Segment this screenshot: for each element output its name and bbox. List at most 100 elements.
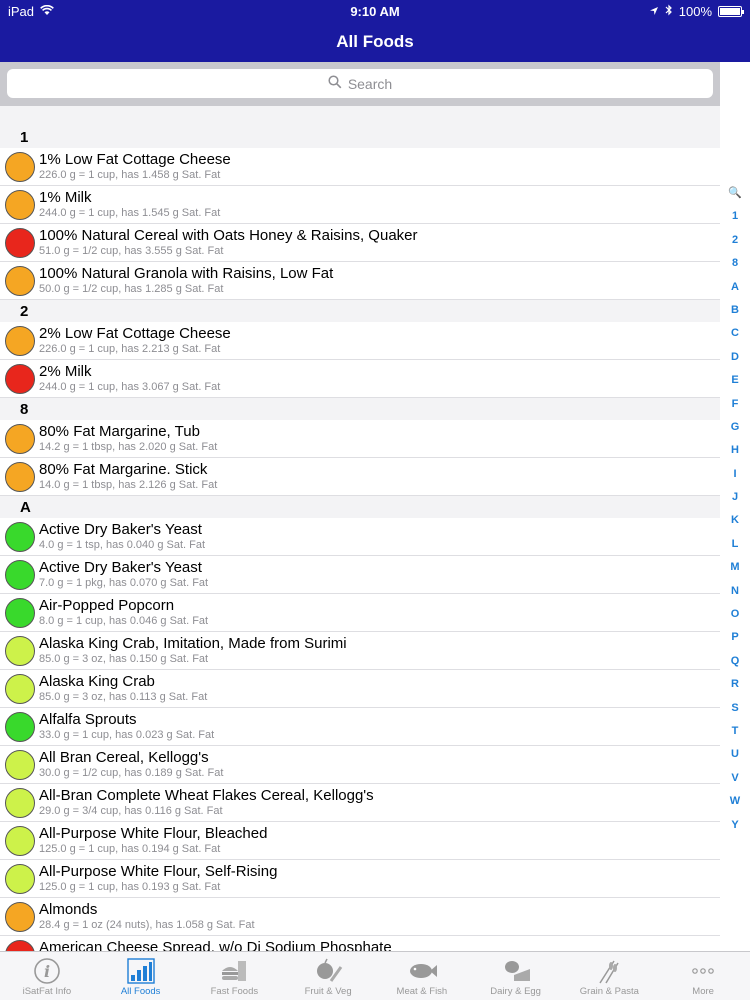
food-row[interactable]: Alaska King Crab, Imitation, Made from S… xyxy=(0,632,720,670)
tab-fruit-veg[interactable]: Fruit & Veg xyxy=(281,952,375,1000)
index-letter[interactable]: R xyxy=(731,673,739,696)
food-row[interactable]: American Cheese Spread, w/o Di Sodium Ph… xyxy=(0,936,720,951)
tab-more[interactable]: More xyxy=(656,952,750,1000)
section-index[interactable]: 🔍 1 2 8 A B C D E F G H I J K L M N O P Q R S T U V W Y xyxy=(720,182,750,837)
food-row[interactable]: Air-Popped Popcorn 8.0 g = 1 cup, has 0.0… xyxy=(0,594,720,632)
index-letter[interactable]: D xyxy=(731,346,739,369)
food-row[interactable]: 100% Natural Cereal with Oats Honey & Ra… xyxy=(0,224,720,262)
index-letter[interactable]: F xyxy=(732,393,739,416)
food-name: Almonds xyxy=(39,901,98,918)
index-search-icon[interactable]: 🔍 xyxy=(728,182,742,205)
food-name: 1% Milk xyxy=(39,189,92,206)
food-name: American Cheese Spread, w/o Di Sodium Ph… xyxy=(39,939,392,951)
cheese-icon xyxy=(499,956,533,986)
food-detail: 244.0 g = 1 cup, has 3.067 g Sat. Fat xyxy=(39,381,221,393)
food-name: 100% Natural Granola with Raisins, Low F… xyxy=(39,265,334,282)
index-letter[interactable]: I xyxy=(733,463,736,486)
index-letter[interactable]: M xyxy=(730,556,739,579)
battery-percent: 100% xyxy=(678,3,712,19)
tab-label: Dairy & Egg xyxy=(490,986,541,997)
index-letter[interactable]: J xyxy=(732,486,738,509)
status-bar: iPad 9:10 AM 100% xyxy=(0,0,750,22)
sat-fat-indicator-icon xyxy=(5,326,35,356)
food-detail: 51.0 g = 1/2 cup, has 3.555 g Sat. Fat xyxy=(39,245,224,257)
food-row[interactable]: All-Bran Complete Wheat Flakes Cereal, K… xyxy=(0,784,720,822)
index-letter[interactable]: 1 xyxy=(732,205,738,228)
index-letter[interactable]: P xyxy=(731,626,738,649)
info-icon: i xyxy=(30,956,64,986)
tab-grain-pasta[interactable]: Grain & Pasta xyxy=(563,952,657,1000)
section-header: 8 xyxy=(0,398,720,420)
svg-text:i: i xyxy=(44,962,50,981)
food-row[interactable]: Active Dry Baker's Yeast 7.0 g = 1 pkg, h… xyxy=(0,556,720,594)
tab-label: All Foods xyxy=(120,986,161,997)
index-letter[interactable]: E xyxy=(731,369,738,392)
index-letter[interactable]: T xyxy=(732,720,739,743)
food-detail: 30.0 g = 1/2 cup, has 0.189 g Sat. Fat xyxy=(39,767,224,779)
food-row[interactable]: 80% Fat Margarine. Stick 14.0 g = 1 tbsp,… xyxy=(0,458,720,496)
index-letter[interactable]: W xyxy=(730,790,740,813)
index-letter[interactable]: V xyxy=(731,767,738,790)
food-row[interactable]: 2% Low Fat Cottage Cheese 226.0 g = 1 cup… xyxy=(0,322,720,360)
food-detail: 226.0 g = 1 cup, has 2.213 g Sat. Fat xyxy=(39,343,221,355)
index-letter[interactable]: C xyxy=(731,322,739,345)
index-letter[interactable]: U xyxy=(731,743,739,766)
tab-fast-foods[interactable]: Fast Foods xyxy=(188,952,282,1000)
tab-meat-fish[interactable]: Meat & Fish xyxy=(375,952,469,1000)
food-detail: 4.0 g = 1 tsp, has 0.040 g Sat. Fat xyxy=(39,539,206,551)
index-letter[interactable]: S xyxy=(731,697,738,720)
index-letter[interactable]: N xyxy=(731,580,739,603)
food-name: Active Dry Baker's Yeast xyxy=(39,521,202,538)
tab-label: Fast Foods xyxy=(210,986,259,997)
sat-fat-indicator-icon xyxy=(5,266,35,296)
sat-fat-indicator-icon xyxy=(5,940,35,951)
tab-isatfat-info[interactable]: i iSatFat Info xyxy=(0,952,94,1000)
food-row[interactable]: Alfalfa Sprouts 33.0 g = 1 cup, has 0.023… xyxy=(0,708,720,746)
food-row[interactable]: 1% Milk 244.0 g = 1 cup, has 1.545 g Sat.… xyxy=(0,186,720,224)
index-letter[interactable]: O xyxy=(731,603,740,626)
index-letter[interactable]: Q xyxy=(731,650,740,673)
index-letter[interactable]: H xyxy=(731,439,739,462)
food-name: Active Dry Baker's Yeast xyxy=(39,559,202,576)
food-row[interactable]: All-Purpose White Flour, Bleached 125.0 g… xyxy=(0,822,720,860)
food-name: 1% Low Fat Cottage Cheese xyxy=(39,151,231,168)
food-name: All Bran Cereal, Kellogg's xyxy=(39,749,209,766)
nav-bar: All Foods xyxy=(0,22,750,62)
sat-fat-indicator-icon xyxy=(5,750,35,780)
food-name: All-Purpose White Flour, Bleached xyxy=(39,825,268,842)
food-row[interactable]: Almonds 28.4 g = 1 oz (24 nuts), has 1.05… xyxy=(0,898,720,936)
food-name: 80% Fat Margarine, Tub xyxy=(39,423,200,440)
search-input[interactable]: Search xyxy=(7,69,713,98)
food-row[interactable]: 2% Milk 244.0 g = 1 cup, has 3.067 g Sat.… xyxy=(0,360,720,398)
index-letter[interactable]: Y xyxy=(731,814,738,837)
index-letter[interactable]: L xyxy=(732,533,739,556)
sat-fat-indicator-icon xyxy=(5,560,35,590)
bluetooth-icon xyxy=(665,4,673,19)
index-letter[interactable]: A xyxy=(731,276,739,299)
index-letter[interactable]: 2 xyxy=(732,229,738,252)
index-letter[interactable]: 8 xyxy=(732,252,738,275)
food-row[interactable]: Alaska King Crab 85.0 g = 3 oz, has 0.113… xyxy=(0,670,720,708)
tab-all-foods[interactable]: All Foods xyxy=(94,952,188,1000)
food-list[interactable]: 1 1% Low Fat Cottage Cheese 226.0 g = 1 cu… xyxy=(0,106,720,951)
tab-label: iSatFat Info xyxy=(22,986,72,997)
status-left: iPad xyxy=(8,4,208,19)
food-row[interactable]: 1% Low Fat Cottage Cheese 226.0 g = 1 cup… xyxy=(0,148,720,186)
food-detail: 14.2 g = 1 tbsp, has 2.020 g Sat. Fat xyxy=(39,441,218,453)
food-detail: 226.0 g = 1 cup, has 1.458 g Sat. Fat xyxy=(39,169,221,181)
tab-label: Fruit & Veg xyxy=(304,986,352,997)
food-detail: 125.0 g = 1 cup, has 0.193 g Sat. Fat xyxy=(39,881,221,893)
food-detail: 7.0 g = 1 pkg, has 0.070 g Sat. Fat xyxy=(39,577,209,589)
food-row[interactable]: All Bran Cereal, Kellogg's 30.0 g = 1/2 c… xyxy=(0,746,720,784)
search-placeholder: Search xyxy=(347,75,393,92)
status-right: 100% xyxy=(542,3,744,19)
index-letter[interactable]: K xyxy=(731,509,739,532)
food-row[interactable]: Active Dry Baker's Yeast 4.0 g = 1 tsp, h… xyxy=(0,518,720,556)
food-row[interactable]: All-Purpose White Flour, Self-Rising 125.… xyxy=(0,860,720,898)
tab-bar: i iSatFat Info All Foods Fast Foods Fruit & … xyxy=(0,951,750,1000)
index-letter[interactable]: G xyxy=(731,416,740,439)
food-row[interactable]: 100% Natural Granola with Raisins, Low F… xyxy=(0,262,720,300)
tab-dairy-egg[interactable]: Dairy & Egg xyxy=(469,952,563,1000)
index-letter[interactable]: B xyxy=(731,299,739,322)
food-row[interactable]: 80% Fat Margarine, Tub 14.2 g = 1 tbsp, h… xyxy=(0,420,720,458)
